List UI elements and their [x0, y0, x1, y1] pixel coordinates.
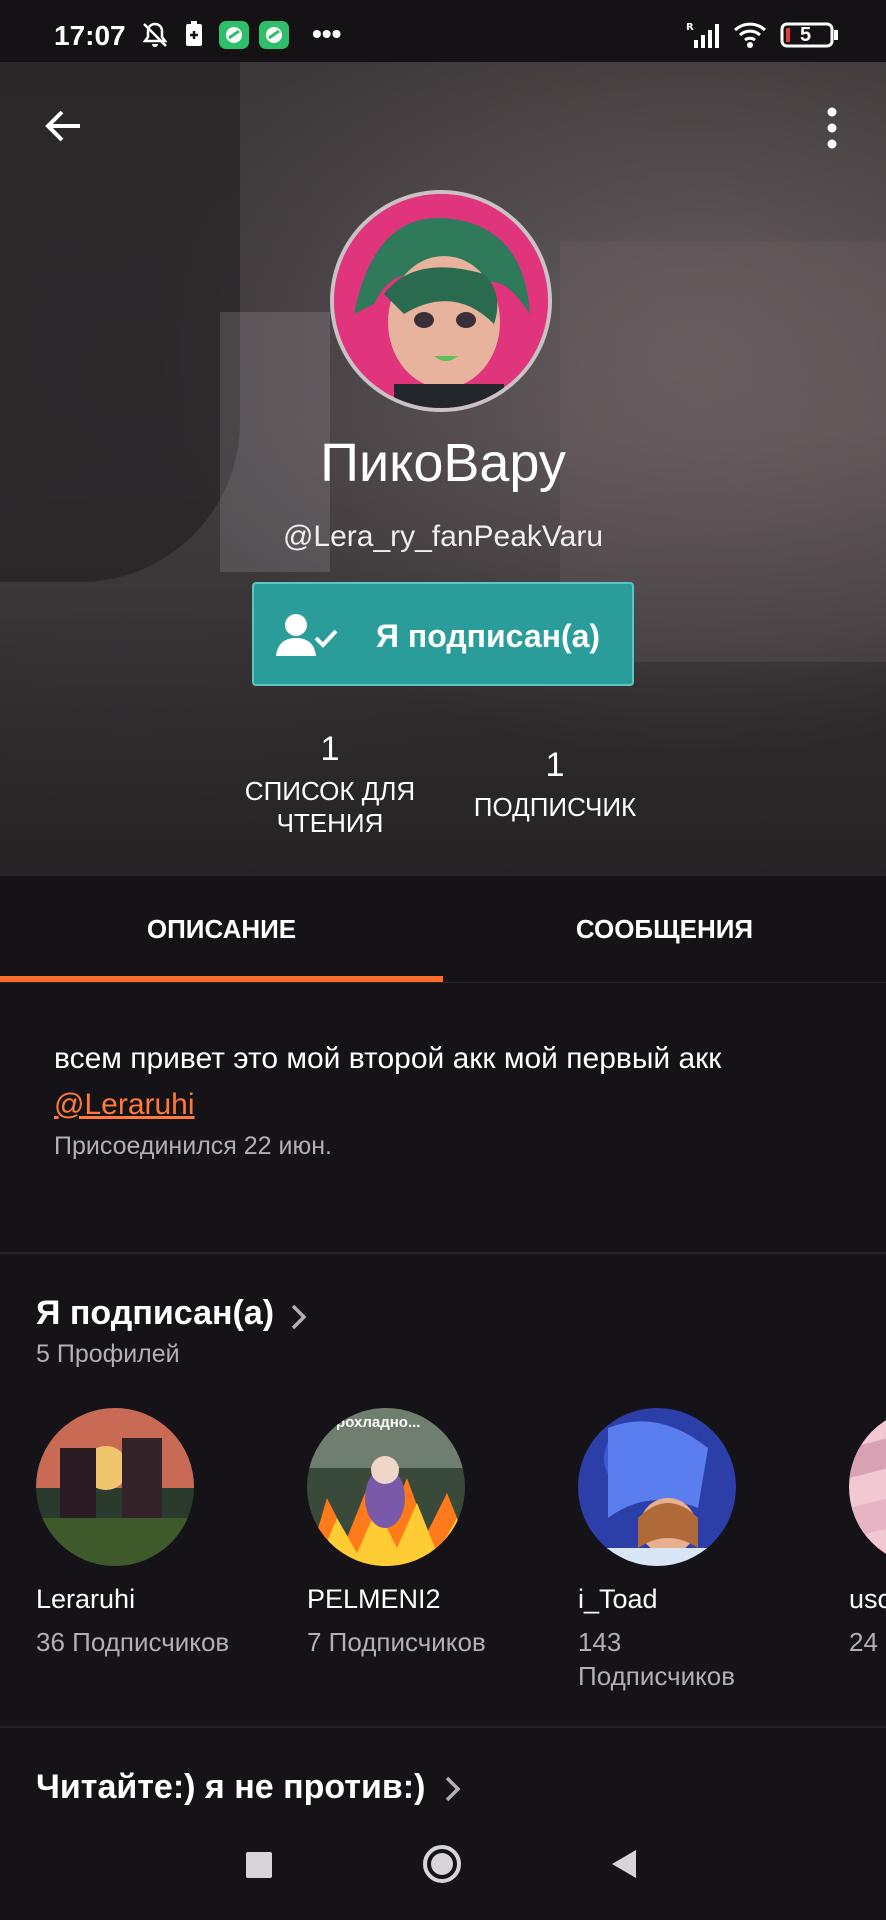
- more-options-button[interactable]: [816, 102, 848, 158]
- following-button[interactable]: Я подписан(а): [252, 582, 634, 686]
- profile-avatar[interactable]: [330, 190, 552, 412]
- profile-followers: 36 Подписчиков: [36, 1627, 230, 1657]
- chevron-right-icon[interactable]: [442, 1774, 464, 1804]
- system-nav-bar: [0, 1808, 886, 1920]
- following-profile-card[interactable]: i_Toad 143 Подписчиков: [578, 1408, 768, 1693]
- thumbnail-caption: прохладно...: [327, 1414, 421, 1431]
- profile-tabs: ОПИСАНИЕ СООБЩЕНИЯ: [0, 876, 886, 983]
- reading-lists-label: ЧТЕНИЯ: [276, 808, 384, 838]
- following-profile-card[interactable]: usc 24: [849, 1408, 886, 1659]
- reading-lists-label: СПИСОК ДЛЯ: [244, 776, 416, 806]
- profile-name: ПикоВару: [320, 433, 566, 493]
- battery-level: 5: [800, 24, 812, 46]
- svg-text:R: R: [686, 22, 694, 33]
- mute-icon: [140, 20, 170, 55]
- profile-name: Leraruhi: [36, 1584, 136, 1614]
- more-notifications-icon: •••: [312, 18, 342, 49]
- app-notification-icon: [258, 20, 290, 55]
- home-icon[interactable]: [422, 1844, 462, 1884]
- following-profile-card[interactable]: прохладно... PELMENI2 7 Подписчиков: [307, 1408, 507, 1659]
- back-arrow-icon: [45, 110, 80, 142]
- back-nav-icon[interactable]: [608, 1846, 640, 1882]
- signal-icon: R: [686, 20, 722, 55]
- profile-name: i_Toad: [578, 1584, 658, 1614]
- app-notification-icon: [218, 20, 250, 55]
- profile-header: ПикоВару @Lera_ry_fanPeakVaru Я подписан…: [0, 62, 886, 876]
- chevron-right-icon[interactable]: [288, 1302, 310, 1332]
- status-bar: 17:07 ••• R 5: [0, 0, 886, 62]
- profile-followers: 143 Подписчиков: [578, 1627, 736, 1691]
- profile-name: PELMENI2: [307, 1584, 441, 1614]
- mention-link[interactable]: @Leraruhi: [54, 1088, 195, 1122]
- profile-followers: 7 Подписчиков: [307, 1627, 486, 1657]
- status-time: 17:07: [54, 20, 126, 51]
- header-background: [0, 62, 240, 582]
- following-button-label: Я подписан(а): [376, 618, 601, 654]
- recents-icon[interactable]: [246, 1852, 272, 1878]
- followers-count: 1: [545, 746, 565, 784]
- back-button[interactable]: [40, 102, 88, 150]
- following-section-title[interactable]: Я подписан(а): [36, 1294, 274, 1333]
- tab-about[interactable]: ОПИСАНИЕ: [0, 876, 443, 982]
- following-profile-card[interactable]: Leraruhi 36 Подписчиков: [36, 1408, 236, 1659]
- profile-description: всем привет это мой второй акк мой первы…: [54, 1042, 722, 1075]
- profile-avatar: [578, 1408, 736, 1566]
- divider: [0, 1252, 886, 1254]
- profile-name: usc: [849, 1584, 886, 1614]
- divider: [0, 1726, 886, 1728]
- user-check-icon: [274, 612, 340, 658]
- joined-date: Присоединился 22 июн.: [54, 1132, 332, 1160]
- reading-lists-stat[interactable]: 1 СПИСОК ДЛЯ ЧТЕНИЯ: [230, 730, 430, 839]
- reading-list-title[interactable]: Читайте:) я не против:): [36, 1768, 425, 1807]
- profile-avatar: [36, 1408, 194, 1566]
- more-vert-icon: [827, 107, 837, 149]
- profile-handle: @Lera_ry_fanPeakVaru: [282, 520, 604, 553]
- profile-avatar: прохладно...: [307, 1408, 465, 1566]
- tab-conversations[interactable]: СООБЩЕНИЯ: [443, 876, 886, 982]
- reading-lists-count: 1: [320, 730, 340, 768]
- active-tab-indicator: [0, 976, 443, 982]
- following-count: 5 Профилей: [36, 1340, 180, 1368]
- followers-stat[interactable]: 1 ПОДПИСЧИК: [455, 746, 655, 823]
- profile-avatar: [849, 1408, 886, 1566]
- battery-saver-icon: [182, 20, 206, 55]
- profile-followers: 24: [849, 1627, 878, 1657]
- followers-label: ПОДПИСЧИК: [473, 792, 637, 822]
- wifi-icon: [732, 20, 768, 55]
